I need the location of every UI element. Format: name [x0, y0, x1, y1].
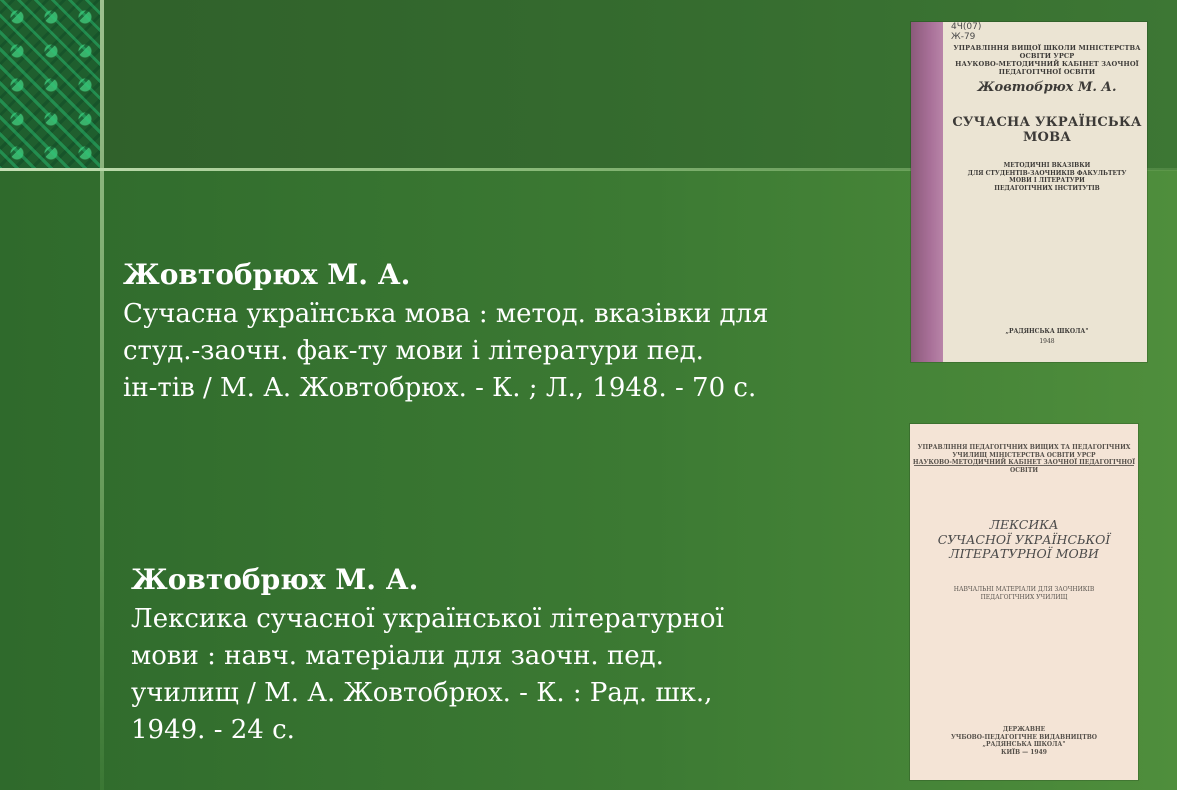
embroidery-ornament [0, 0, 100, 170]
cover-spine [911, 22, 943, 362]
book-cover-2: УПРАВЛІННЯ ПЕДАГОГІЧНИХ ВИЩИХ ТА ПЕДАГОГ… [910, 424, 1138, 780]
cover-publisher: „РАДЯНСЬКА ШКОЛА" [1005, 328, 1089, 335]
cover-header: УПРАВЛІННЯ ПЕДАГОГІЧНИХ ВИЩИХ ТА ПЕДАГОГ… [912, 444, 1136, 474]
bibliography-entry-2: Жовтобрюх М. А. Лексика сучасної українс… [131, 563, 831, 749]
frame-vertical-line [100, 0, 104, 790]
shelf-mark: 4Ч(07) Ж-79 [951, 22, 982, 42]
entry-description: Лексика сучасної української літературно… [131, 604, 724, 745]
cover-author: Жовтобрюх М. А. [977, 80, 1117, 95]
cover-year: 1948 [1039, 338, 1055, 345]
cover-title: ЛЕКСИКА СУЧАСНОЇ УКРАЇНСЬКОЇ ЛІТЕРАТУРНО… [937, 517, 1111, 561]
entry-author: Жовтобрюх М. А. [123, 258, 411, 291]
entry-description: Сучасна українська мова : метод. вказівк… [123, 299, 769, 403]
slide: Жовтобрюх М. А. Сучасна українська мова … [0, 0, 1177, 790]
cover-publisher: ДЕРЖАВНЕ УЧБОВО-ПЕДАГОГІЧНЕ ВИДАВНИЦТВО … [950, 726, 1097, 756]
book-cover-1: 4Ч(07) Ж-79 УПРАВЛІННЯ ВИЩОЇ ШКОЛИ МІНІС… [911, 22, 1147, 362]
cover-rule [914, 465, 1134, 466]
cover-subtitle: НАВЧАЛЬНІ МАТЕРІАЛИ ДЛЯ ЗАОЧНИКІВ ПЕДАГО… [953, 586, 1095, 601]
cover-title: СУЧАСНА УКРАЇНСЬКА МОВА [952, 115, 1142, 145]
entry-author: Жовтобрюх М. А. [131, 563, 419, 596]
cover-header: УПРАВЛІННЯ ВИЩОЇ ШКОЛИ МІНІСТЕРСТВА ОСВІ… [953, 44, 1141, 76]
bibliography-entry-1: Жовтобрюх М. А. Сучасна українська мова … [123, 258, 843, 407]
cover-subtitle: МЕТОДИЧНІ ВКАЗІВКИ ДЛЯ СТУДЕНТІВ-ЗАОЧНИК… [967, 162, 1127, 192]
